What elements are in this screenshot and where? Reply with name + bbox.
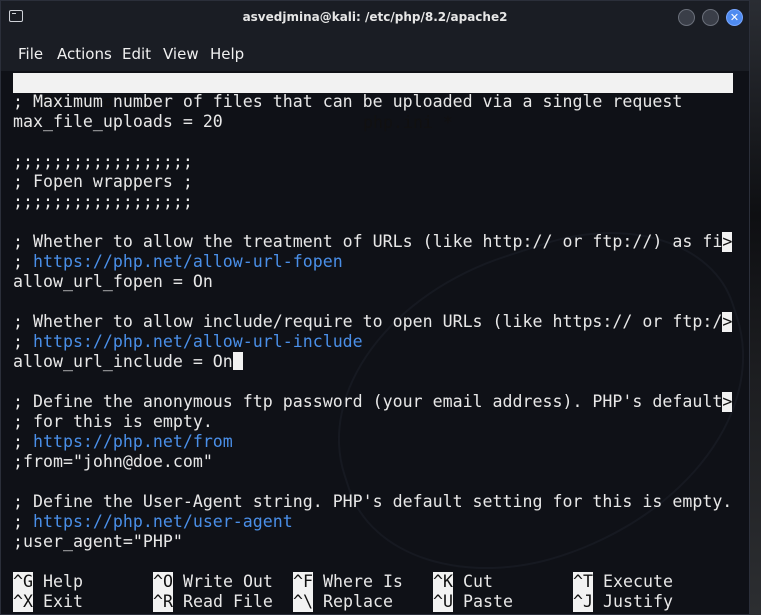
editor-line: ; Whether to allow include/require to op…	[13, 312, 733, 332]
shortcut-label: Paste	[463, 592, 513, 611]
shortcut-label: Where Is	[323, 572, 403, 591]
shortcut-key: ^U	[433, 592, 453, 612]
line-text: ; Define the anonymous ftp password (you…	[13, 392, 723, 411]
shortcut-key: ^R	[153, 592, 173, 612]
url-link[interactable]: https://php.net/user-agent	[33, 512, 293, 531]
shortcut-key: ^T	[573, 572, 593, 592]
editor-line: max_file_uploads = 20	[13, 112, 223, 131]
close-button[interactable]: ✕	[726, 9, 743, 26]
shortcut-label: Cut	[463, 572, 493, 591]
editor-line: ;from="john@doe.com"	[13, 452, 213, 471]
shortcut-label: Write Out	[183, 572, 273, 591]
shortcut-replace[interactable]: ^\ Replace	[293, 592, 393, 612]
shortcut-key: ^K	[433, 572, 453, 592]
shortcut-read-file[interactable]: ^R Read File	[153, 592, 273, 612]
shortcut-label: Read File	[183, 592, 273, 611]
title-bar[interactable]: asvedjmina@kali: /etc/php/8.2/apache2 ✕	[1, 1, 749, 35]
editor-line: ;;;;;;;;;;;;;;;;;;	[13, 192, 193, 211]
editor-line: ; https://php.net/allow-url-fopen	[13, 252, 343, 272]
shortcut-label: Exit	[43, 592, 83, 611]
line-prefix: ;	[13, 332, 33, 351]
line-text: ; Whether to allow the treatment of URLs…	[13, 232, 723, 251]
menu-view[interactable]: View	[163, 45, 199, 63]
shortcut-where-is[interactable]: ^F Where Is	[293, 572, 403, 592]
editor-line: allow_url_fopen = On	[13, 272, 213, 291]
line-text: allow_url_include = On	[13, 352, 233, 371]
url-link[interactable]: https://php.net/from	[33, 432, 233, 451]
editor-line: ; Define the anonymous ftp password (you…	[13, 392, 733, 412]
line-text: ; Whether to allow include/require to op…	[13, 312, 723, 331]
shortcut-key: ^X	[13, 592, 33, 612]
url-link[interactable]: https://php.net/allow-url-fopen	[33, 252, 343, 271]
editor-line: ; https://php.net/allow-url-include	[13, 332, 363, 352]
line-prefix: ;	[13, 432, 33, 451]
close-icon: ✕	[729, 11, 740, 24]
url-link[interactable]: https://php.net/allow-url-include	[33, 332, 363, 351]
menu-bar: File Actions Edit View Help	[1, 35, 749, 71]
truncation-marker: >	[722, 232, 733, 252]
shortcut-cut[interactable]: ^K Cut	[433, 572, 493, 592]
editor-line-current: allow_url_include = On	[13, 352, 243, 372]
terminal-area[interactable]: GNU nano 8.2 php.ini * ; Maximum number …	[1, 71, 749, 614]
shortcut-label: Replace	[323, 592, 393, 611]
shortcut-write-out[interactable]: ^O Write Out	[153, 572, 273, 592]
window-title: asvedjmina@kali: /etc/php/8.2/apache2	[242, 10, 508, 24]
editor-line: ; https://php.net/from	[13, 432, 233, 452]
menu-actions[interactable]: Actions	[57, 45, 112, 63]
shortcut-key: ^F	[293, 572, 313, 592]
shortcut-justify[interactable]: ^J Justify	[573, 592, 673, 612]
maximize-button[interactable]	[702, 9, 719, 26]
editor-line: ; for this is empty.	[13, 412, 213, 431]
shortcut-label: Justify	[603, 592, 673, 611]
editor-line: ;user_agent="PHP"	[13, 532, 183, 551]
shortcut-execute[interactable]: ^T Execute	[573, 572, 673, 592]
editor-line: ; Whether to allow the treatment of URLs…	[13, 232, 733, 252]
shortcut-help[interactable]: ^G Help	[13, 572, 83, 592]
line-prefix: ;	[13, 512, 33, 531]
shortcut-paste[interactable]: ^U Paste	[433, 592, 513, 612]
nano-filename: php.ini *	[363, 113, 453, 132]
shortcut-label: Help	[43, 572, 83, 591]
editor-line: ; Define the User-Agent string. PHP's de…	[13, 492, 733, 511]
minimize-button[interactable]	[678, 9, 695, 26]
menu-file[interactable]: File	[18, 45, 43, 63]
terminal-window: asvedjmina@kali: /etc/php/8.2/apache2 ✕ …	[0, 0, 750, 615]
shortcut-key: ^J	[573, 592, 593, 612]
truncation-marker: >	[722, 392, 733, 412]
menu-help[interactable]: Help	[210, 45, 244, 63]
editor-line: ; Maximum number of files that can be up…	[13, 92, 683, 111]
shortcut-label: Execute	[603, 572, 673, 591]
text-cursor	[232, 352, 243, 370]
menu-edit[interactable]: Edit	[122, 45, 151, 63]
shortcut-exit[interactable]: ^X Exit	[13, 592, 83, 612]
shortcut-key: ^G	[13, 572, 33, 592]
nano-header: GNU nano 8.2 php.ini *	[13, 73, 733, 132]
editor-line: ; https://php.net/user-agent	[13, 512, 293, 532]
shortcut-key: ^\	[293, 592, 313, 612]
editor-line: ;;;;;;;;;;;;;;;;;;	[13, 152, 193, 171]
truncation-marker: >	[722, 312, 733, 332]
shortcut-key: ^O	[153, 572, 173, 592]
line-prefix: ;	[13, 252, 33, 271]
editor-line: ; Fopen wrappers ;	[13, 172, 193, 191]
